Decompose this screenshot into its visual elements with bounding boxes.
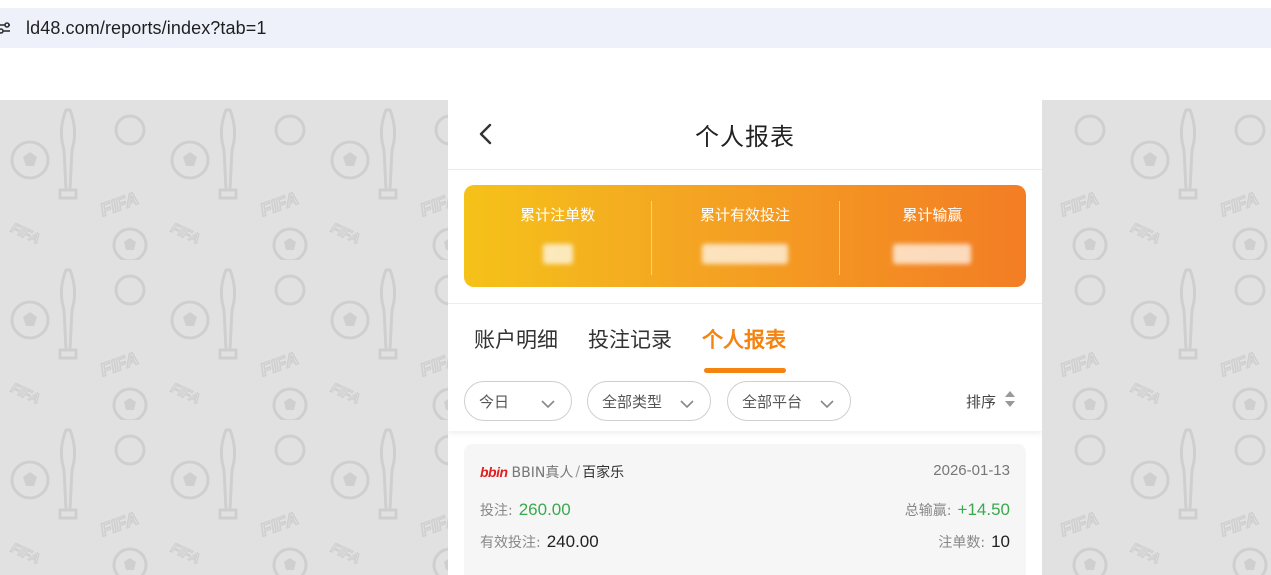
bet-label: 投注: [480,503,513,519]
record-header: bbin BBIN真人 / 百家乐 [480,462,624,482]
summary-valid-bets: 累计有效投注 [651,185,838,287]
tab-bar: 账户明细 投注记录 个人报表 [448,303,1042,381]
tab-bet-records[interactable]: 投注记录 [588,324,672,354]
summary-label: 累计输赢 [902,206,963,224]
bbin-logo: bbin [480,464,508,480]
win-value: +14.50 [957,500,1010,519]
url-text[interactable]: ld48.com/reports/index?tab=1 [26,18,266,39]
bet-count-label: 注单数: [938,535,986,551]
summary-value-blurred [701,244,788,264]
record-count-row: 注单数: 10 [938,532,1010,552]
date-filter-select[interactable]: 今日 [464,381,572,421]
top-nav-bar: 个人报表 [448,100,1042,170]
page-title: 个人报表 [695,123,795,151]
bet-count-value: 10 [991,532,1010,551]
site-settings-icon[interactable] [0,20,12,36]
summary-card: 累计注单数 累计有效投注 累计输赢 [464,185,1026,287]
tab-personal-report[interactable]: 个人报表 [702,324,786,354]
summary-label: 累计有效投注 [699,206,790,224]
tab-account-details[interactable]: 账户明细 [474,324,558,354]
summary-label: 累计注单数 [520,206,596,224]
summary-win-loss: 累计输赢 [838,185,1026,287]
type-filter-value: 全部类型 [602,392,663,411]
record-game: 百家乐 [582,465,625,481]
report-record-card[interactable]: bbin BBIN真人 / 百家乐 2026-01-13 投注: 260.00 … [464,444,1026,575]
platform-filter-select[interactable]: 全部平台 [727,381,851,421]
record-valid-row: 有效投注: 240.00 [480,532,599,552]
chevron-down-icon [541,395,555,413]
filter-bar: 今日 全部类型 全部平台 排序 [448,381,1042,431]
win-label: 总输赢: [904,503,952,519]
sort-button[interactable]: 排序 [966,389,1016,413]
mobile-app-panel: 个人报表 累计注单数 累计有效投注 累计输赢 账户明细 投注记录 个人报表 今日… [448,100,1042,575]
browser-url-bar[interactable]: ld48.com/reports/index?tab=1 [0,8,1271,48]
record-provider: BBIN真人 [511,465,574,481]
chevron-left-icon[interactable] [474,119,498,149]
record-separator: / [575,464,581,480]
valid-bet-value: 240.00 [546,532,599,551]
summary-total-bets: 累计注单数 [464,185,651,287]
record-win-row: 总输赢: +14.50 [905,500,1010,520]
valid-bet-label: 有效投注: [480,535,541,551]
record-bet-row: 投注: 260.00 [480,500,571,520]
platform-filter-value: 全部平台 [742,392,803,411]
summary-value-blurred [893,244,972,264]
chevron-down-icon [820,395,834,413]
summary-value-blurred [542,244,573,264]
type-filter-select[interactable]: 全部类型 [587,381,711,421]
active-tab-indicator [704,368,786,373]
date-filter-value: 今日 [479,392,510,411]
sort-icon [1004,389,1016,413]
chevron-down-icon [680,395,694,413]
bet-value: 260.00 [518,500,571,519]
record-date: 2026-01-13 [933,462,1010,479]
sort-label: 排序 [965,392,996,411]
